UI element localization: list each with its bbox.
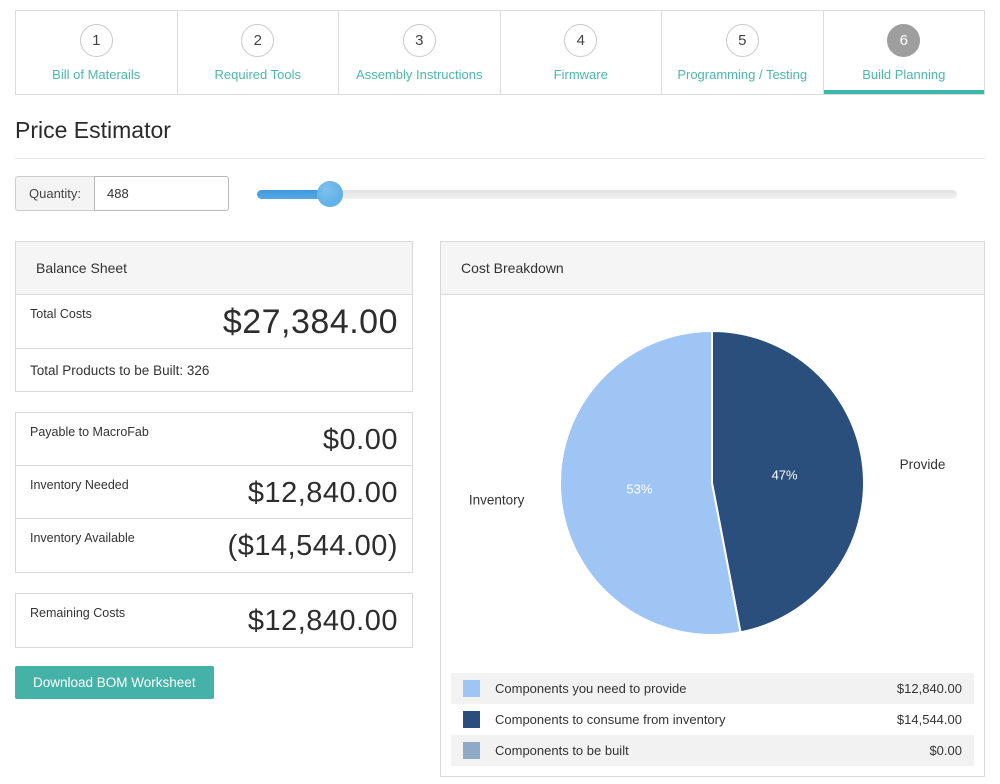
- tab-bill-of-materials[interactable]: 1 Bill of Materails: [16, 11, 178, 94]
- step-number-badge: 1: [80, 24, 113, 57]
- chart-legend: Components you need to provide $12,840.0…: [441, 673, 984, 776]
- slider-thumb[interactable]: [317, 181, 343, 207]
- download-bom-worksheet-button[interactable]: Download BOM Worksheet: [15, 666, 214, 699]
- payable-value: $0.00: [323, 424, 398, 457]
- total-costs-label: Total Costs: [30, 303, 92, 321]
- inventory-available-label: Inventory Available: [30, 527, 135, 545]
- balance-sheet-panel: Balance Sheet Total Costs $27,384.00 Tot…: [15, 241, 413, 392]
- pie-chart: 47% Provide 53% Inventory: [441, 295, 984, 673]
- price-estimator-page: 1 Bill of Materails 2 Required Tools 3 A…: [0, 0, 1000, 777]
- page-title: Price Estimator: [15, 117, 985, 144]
- total-products-row: Total Products to be Built: 326: [16, 349, 412, 391]
- step-number-badge: 2: [241, 24, 274, 57]
- legend-row-consume: Components to consume from inventory $14…: [451, 704, 974, 735]
- inventory-needed-value: $12,840.00: [248, 477, 398, 510]
- remaining-costs-label: Remaining Costs: [30, 602, 125, 620]
- step-number-badge: 5: [726, 24, 759, 57]
- legend-value: $12,840.00: [897, 681, 962, 696]
- legend-row-provide: Components you need to provide $12,840.0…: [451, 673, 974, 704]
- legend-swatch-dark-blue: [463, 711, 480, 728]
- payable-row: Payable to MacroFab $0.00: [16, 413, 412, 466]
- remaining-costs-value: $12,840.00: [248, 605, 398, 638]
- pie-slice-name-label: Provide: [900, 457, 946, 472]
- inventory-available-row: Inventory Available ($14,544.00): [16, 519, 412, 572]
- pie-chart-svg: 47% Provide 53% Inventory: [441, 295, 984, 673]
- pie-percent-label: 53%: [626, 481, 652, 496]
- payable-label: Payable to MacroFab: [30, 421, 149, 439]
- step-number-badge: 3: [403, 24, 436, 57]
- legend-swatch-light-blue: [463, 680, 480, 697]
- cost-breakdown-panel: Cost Breakdown 47% Provide 53% Inventory Co…: [440, 241, 985, 777]
- step-number-badge: 6: [887, 24, 920, 57]
- tab-programming-testing[interactable]: 5 Programming / Testing: [662, 11, 824, 94]
- divider: [15, 158, 985, 159]
- quantity-label: Quantity:: [15, 176, 94, 211]
- legend-label: Components to consume from inventory: [495, 712, 897, 727]
- tab-label: Bill of Materails: [52, 67, 140, 82]
- tab-label: Firmware: [554, 67, 608, 82]
- total-costs-value: $27,384.00: [223, 303, 398, 342]
- legend-value: $0.00: [929, 743, 962, 758]
- quantity-slider[interactable]: [257, 181, 957, 207]
- tab-assembly-instructions[interactable]: 3 Assembly Instructions: [339, 11, 501, 94]
- total-products-text: Total Products to be Built: 326: [30, 363, 209, 378]
- tab-build-planning[interactable]: 6 Build Planning: [824, 11, 985, 94]
- cost-breakdown-title: Cost Breakdown: [441, 242, 984, 295]
- legend-row-built: Components to be built $0.00: [451, 735, 974, 766]
- inventory-needed-label: Inventory Needed: [30, 474, 129, 492]
- tab-label: Programming / Testing: [677, 67, 807, 82]
- quantity-row: Quantity:: [15, 176, 985, 211]
- quantity-input[interactable]: [94, 176, 229, 211]
- tab-label: Assembly Instructions: [356, 67, 482, 82]
- inventory-available-value: ($14,544.00): [228, 530, 398, 563]
- tab-required-tools[interactable]: 2 Required Tools: [178, 11, 340, 94]
- remaining-costs-row: Remaining Costs $12,840.00: [16, 594, 412, 647]
- remaining-costs-panel: Remaining Costs $12,840.00: [15, 593, 413, 648]
- total-costs-row: Total Costs $27,384.00: [16, 295, 412, 349]
- slider-track[interactable]: [257, 190, 957, 199]
- balance-sheet-title: Balance Sheet: [16, 242, 412, 295]
- pie-percent-label: 47%: [772, 468, 798, 483]
- tab-label: Build Planning: [862, 67, 945, 82]
- legend-label: Components you need to provide: [495, 681, 897, 696]
- legend-label: Components to be built: [495, 743, 929, 758]
- payables-panel: Payable to MacroFab $0.00 Inventory Need…: [15, 412, 413, 573]
- tab-firmware[interactable]: 4 Firmware: [501, 11, 663, 94]
- pie-slice-name-label: Inventory: [469, 492, 525, 507]
- tab-label: Required Tools: [215, 67, 301, 82]
- step-tabs: 1 Bill of Materails 2 Required Tools 3 A…: [15, 10, 985, 95]
- balance-sheet-column: Balance Sheet Total Costs $27,384.00 Tot…: [15, 241, 413, 699]
- legend-value: $14,544.00: [897, 712, 962, 727]
- inventory-needed-row: Inventory Needed $12,840.00: [16, 466, 412, 519]
- step-number-badge: 4: [564, 24, 597, 57]
- legend-swatch-gray-blue: [463, 742, 480, 759]
- quantity-input-group: Quantity:: [15, 176, 229, 211]
